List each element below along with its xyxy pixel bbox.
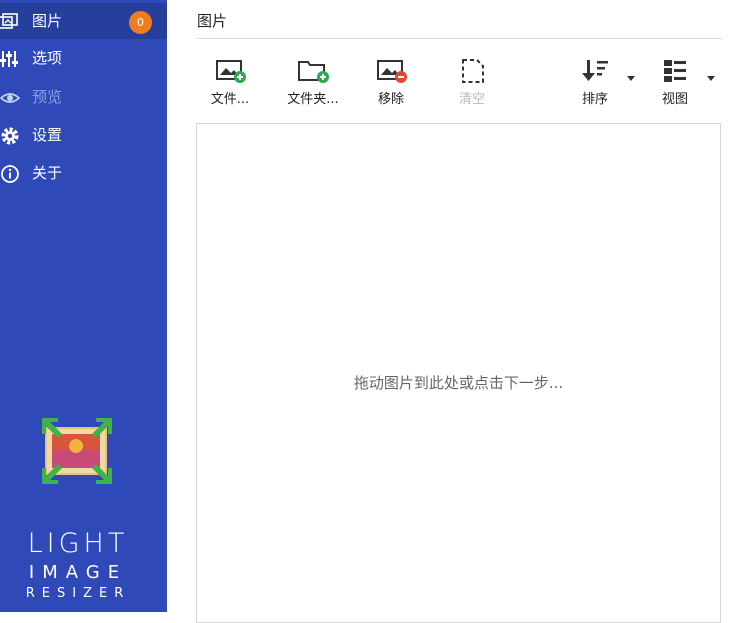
remove-button[interactable]: 移除	[356, 58, 426, 114]
add-folder-label: 文件夹...	[287, 92, 339, 107]
sort-dropdown-arrow-icon[interactable]	[627, 76, 635, 81]
sidebar-item-options[interactable]: 选项	[0, 40, 167, 76]
view-button[interactable]: 视图	[640, 58, 710, 114]
sort-label: 排序	[581, 92, 608, 107]
page-title: 图片	[197, 12, 228, 30]
clear-button[interactable]: 清空	[437, 58, 507, 114]
sidebar: 图片 0 选项 预览 设置 关于 LIGHT IMAGE RESIZER	[0, 0, 167, 612]
add-folder-button[interactable]: 文件夹...	[278, 58, 348, 114]
sort-button[interactable]: 排序	[560, 58, 630, 114]
add-image-icon	[216, 60, 246, 83]
drop-hint-text: 拖动图片到此处或点击下一步...	[353, 374, 564, 392]
clear-icon	[462, 59, 484, 83]
clear-label: 清空	[458, 92, 485, 107]
sidebar-item-label: 预览	[32, 88, 63, 106]
app-logo-icon	[42, 418, 112, 484]
add-files-label: 文件...	[210, 92, 250, 107]
sidebar-item-images[interactable]: 图片 0	[0, 3, 167, 39]
add-files-button[interactable]: 文件...	[195, 58, 265, 114]
view-list-icon	[664, 60, 686, 82]
sidebar-item-preview[interactable]: 预览	[0, 79, 167, 115]
title-divider	[197, 38, 722, 39]
remove-image-icon	[377, 60, 407, 83]
remove-label: 移除	[377, 92, 404, 107]
sidebar-item-label: 关于	[32, 164, 63, 182]
sidebar-item-label: 设置	[32, 126, 63, 144]
sort-icon	[582, 60, 608, 81]
main-panel: 图片 文件... 文件夹... 移除 清空 排序 视图 拖动图片到此处或点击下一…	[167, 0, 738, 623]
add-folder-icon	[298, 61, 329, 83]
sliders-icon	[0, 51, 18, 67]
logo-text-image: IMAGE	[28, 562, 128, 583]
images-icon	[0, 13, 18, 29]
image-drop-area[interactable]: 拖动图片到此处或点击下一步...	[196, 123, 721, 623]
sidebar-item-settings[interactable]: 设置	[0, 117, 167, 153]
eye-icon	[0, 93, 20, 103]
sidebar-item-label: 选项	[32, 49, 63, 67]
view-label: 视图	[661, 92, 688, 107]
info-icon	[1, 165, 19, 183]
sidebar-item-label: 图片	[32, 12, 63, 30]
logo-text-light: LIGHT	[27, 528, 129, 559]
view-dropdown-arrow-icon[interactable]	[707, 76, 715, 81]
images-count-badge: 0	[129, 11, 152, 34]
logo-text-resizer: RESIZER	[25, 586, 131, 601]
sidebar-item-about[interactable]: 关于	[0, 155, 167, 191]
gear-icon	[1, 127, 19, 145]
